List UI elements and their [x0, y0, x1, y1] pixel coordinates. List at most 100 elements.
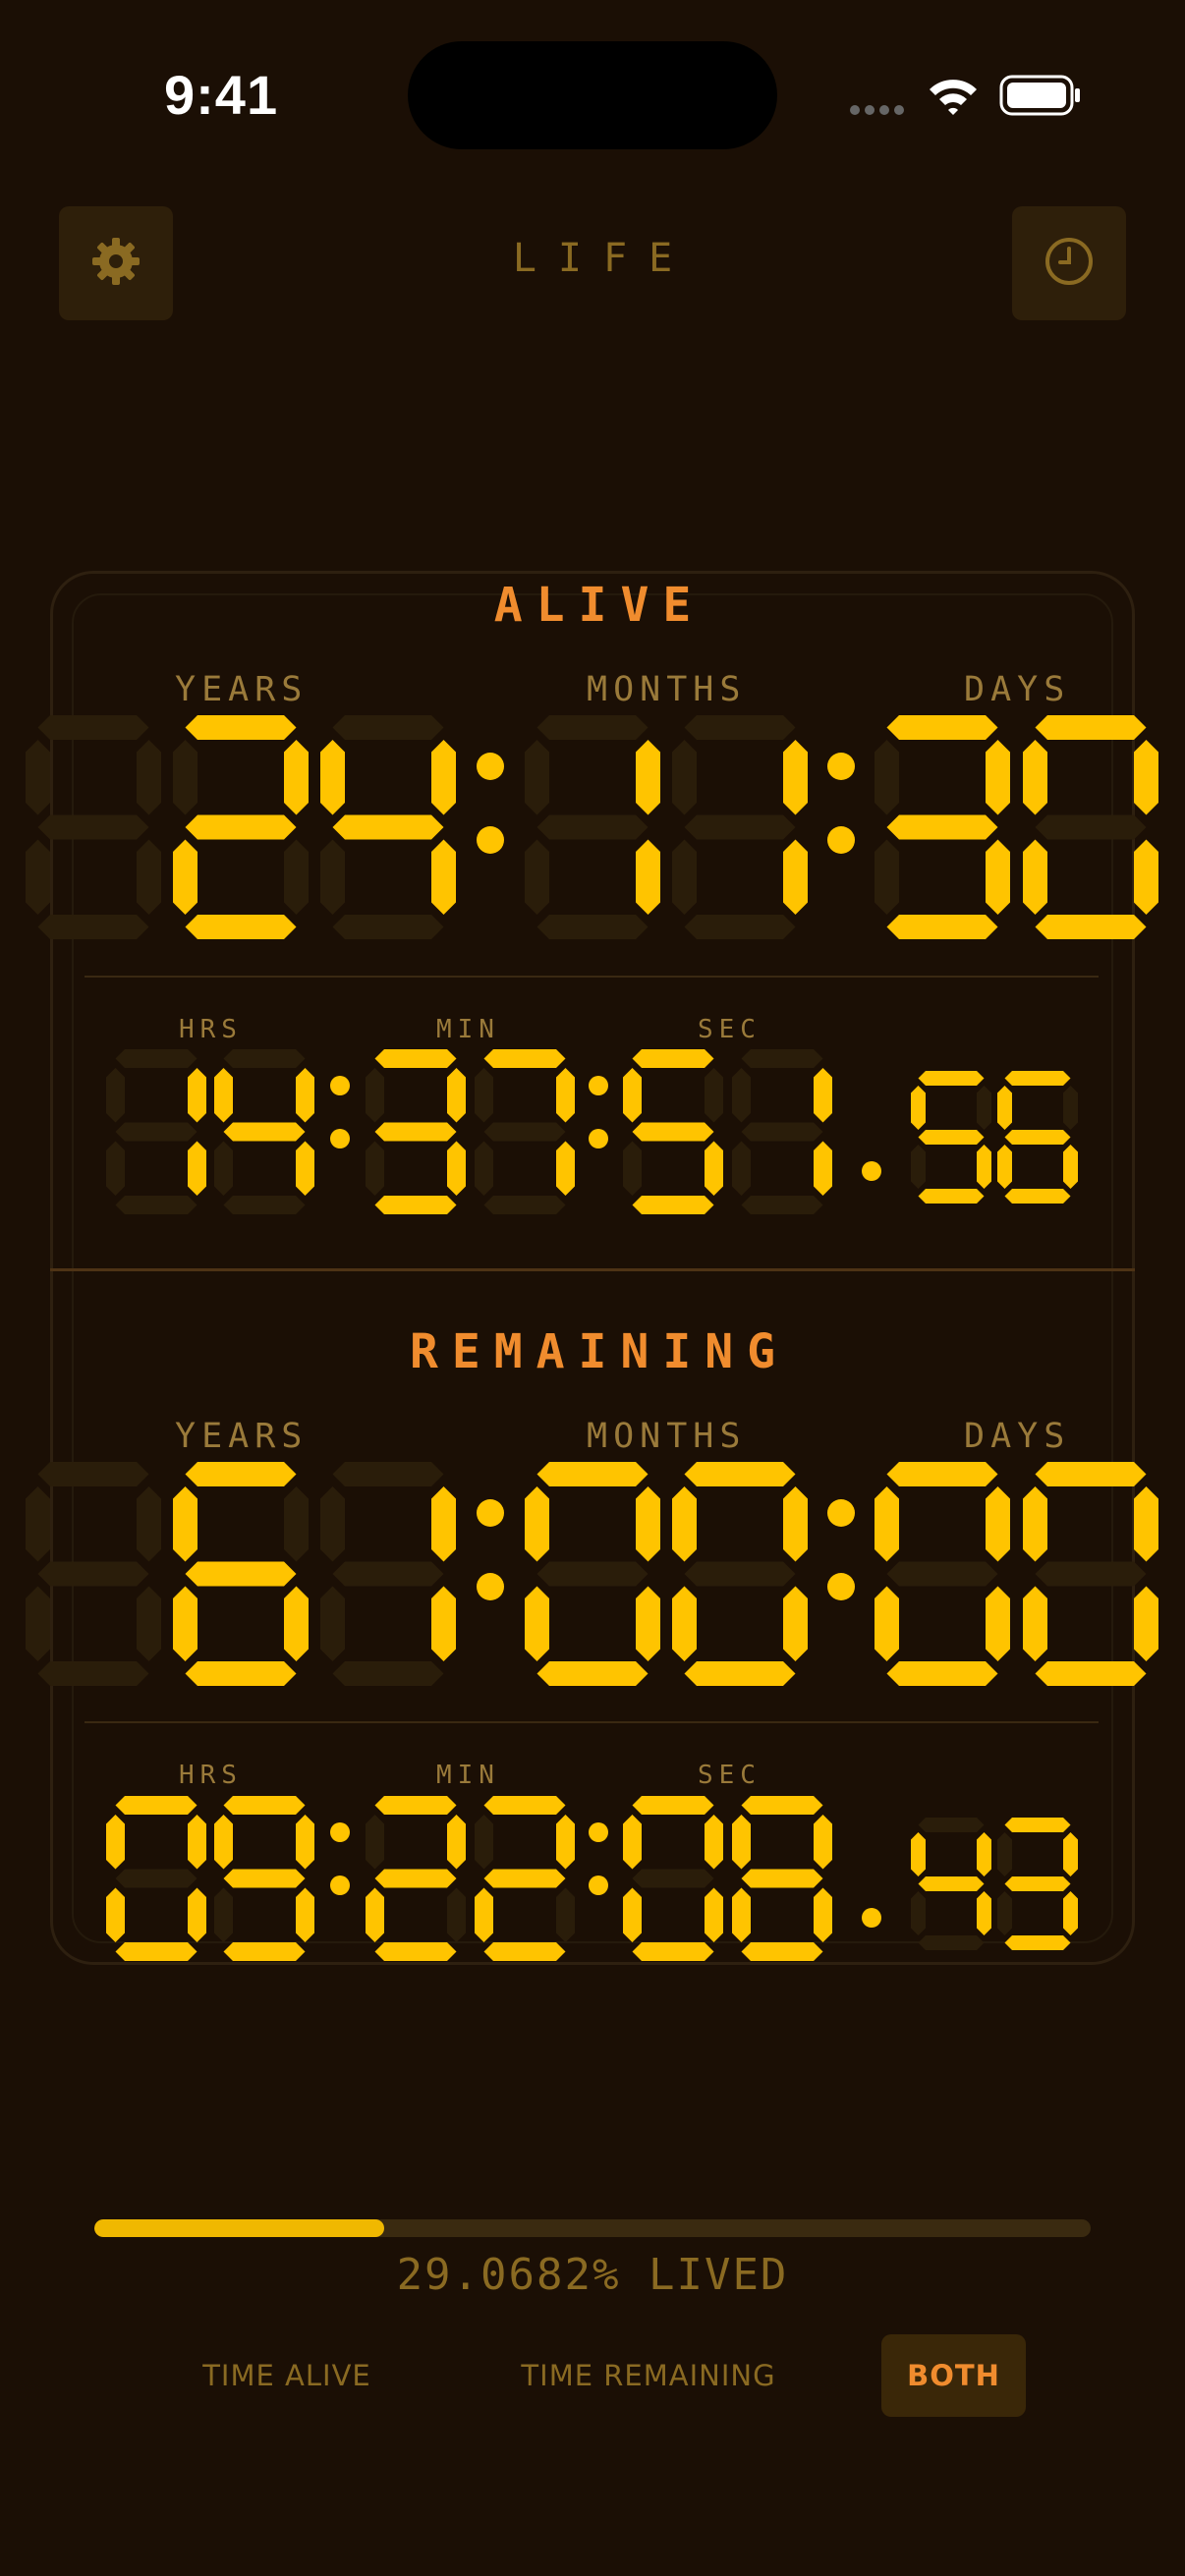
alive-seconds-digit-0-segment-c	[705, 1141, 723, 1196]
alive-days-digit-0-segment-g	[886, 814, 998, 840]
alive-years-digit-2-segment-a	[332, 715, 444, 740]
remaining-minutes-digit-0-segment-g	[374, 1869, 457, 1888]
remaining-years-digit-0-segment-a	[37, 1462, 149, 1486]
remaining-years-digit-2-segment-b	[431, 1486, 456, 1562]
remaining-hours-digit-1-segment-b	[296, 1815, 314, 1870]
remaining-years-digit-0-segment-g	[37, 1561, 149, 1587]
alive-years-digit-1-segment-c	[284, 839, 309, 915]
alive-colon-1-bottom	[477, 826, 504, 854]
remaining-days-digit-0-segment-d	[886, 1661, 998, 1686]
alive-hundredths-digit-1-segment-g	[1004, 1130, 1071, 1145]
alive-years-digit-2-segment-b	[431, 740, 456, 815]
alive-months-digit-0-segment-d	[536, 915, 649, 939]
alive-seconds-digit-1-segment-e	[732, 1141, 751, 1196]
remaining-hundredths-digit-0-segment-b	[977, 1832, 991, 1876]
alive-months-digit-1-segment-a	[684, 715, 796, 740]
remaining-colon-3-bottom	[330, 1876, 350, 1895]
remaining-hours-digit-0-segment-d	[115, 1942, 198, 1961]
alive-minutes-digit-0	[366, 1049, 466, 1214]
alive-seconds-digit-1-segment-a	[741, 1049, 823, 1068]
remaining-years-digit-0-segment-f	[26, 1486, 50, 1562]
remaining-seconds-digit-0-segment-b	[705, 1815, 723, 1870]
alive-days-digit-1-segment-b	[1134, 740, 1158, 815]
remaining-seconds-digit-1-segment-a	[741, 1796, 823, 1815]
remaining-months-digit-0-segment-d	[536, 1661, 649, 1686]
alive-months-digit-0	[525, 715, 660, 939]
alive-hundredths-digit-1-segment-f	[997, 1086, 1012, 1130]
alive-hundredths-digit-1-segment-e	[997, 1145, 1012, 1189]
alive-seconds-digit-0-segment-e	[623, 1141, 642, 1196]
alive-days-digit-1	[1023, 715, 1158, 939]
alive-minutes-digit-1-segment-a	[483, 1049, 566, 1068]
remaining-hundredths-digit-0-segment-a	[918, 1818, 985, 1832]
remaining-years-digit-0-segment-c	[137, 1586, 161, 1661]
remaining-days-digit-1-segment-b	[1134, 1486, 1158, 1562]
alive-days-digit-0-segment-c	[986, 839, 1010, 915]
remaining-years-digit-2-segment-g	[332, 1561, 444, 1587]
alive-hundredths-digit-0-segment-b	[977, 1086, 991, 1130]
alive-years-digit-1-segment-g	[185, 814, 297, 840]
remaining-hours-digit-1-segment-a	[223, 1796, 306, 1815]
remaining-minutes-digit-0	[366, 1796, 466, 1961]
progress-label: 29.0682% LIVED	[396, 2250, 789, 2300]
alive-minutes-digit-1	[475, 1049, 575, 1214]
remaining-years-digit-1-segment-c	[284, 1586, 309, 1661]
alive-years-digit-0-segment-c	[137, 839, 161, 915]
remaining-hundredths-digit-1-segment-d	[1004, 1935, 1071, 1950]
alive-hours-digit-1-segment-a	[223, 1049, 306, 1068]
remaining-hours-digit-0-segment-g	[115, 1869, 198, 1888]
remaining-months-digit-0-segment-f	[525, 1486, 549, 1562]
alive-seconds-digit-0	[623, 1049, 723, 1214]
remaining-hours-digit-1-segment-g	[223, 1869, 306, 1888]
alive-years-digit-0-segment-f	[26, 740, 50, 815]
alive-years-digit-0-segment-d	[37, 915, 149, 939]
alive-years-digit-2-segment-d	[332, 915, 444, 939]
mode-both[interactable]: BOTH	[881, 2334, 1026, 2417]
alive-hundredths-digit-0-segment-d	[918, 1189, 985, 1204]
remaining-years-digit-2-segment-a	[332, 1462, 444, 1486]
remaining-years-digit-2-segment-f	[320, 1486, 345, 1562]
alive-days-digit-1-segment-d	[1035, 915, 1147, 939]
remaining-hundredths-digit-1-segment-e	[997, 1891, 1012, 1935]
remaining-hundredths-digit-1-segment-g	[1004, 1876, 1071, 1891]
alive-days-digit-0-segment-a	[886, 715, 998, 740]
remaining-minutes-digit-0-segment-b	[447, 1815, 466, 1870]
alive-months-digit-1-segment-b	[783, 740, 808, 815]
alive-hours-digit-1	[214, 1049, 314, 1214]
alive-years-digit-2-segment-g	[332, 814, 444, 840]
remaining-days-digit-1-segment-c	[1134, 1586, 1158, 1661]
remaining-minutes-digit-1-segment-d	[483, 1942, 566, 1961]
alive-hours-digit-0-segment-a	[115, 1049, 198, 1068]
alive-months-digit-0-segment-f	[525, 740, 549, 815]
alive-seconds-digit-0-segment-d	[632, 1196, 714, 1214]
remaining-seconds-digit-0-segment-f	[623, 1815, 642, 1870]
remaining-minutes-digit-1-segment-f	[475, 1815, 493, 1870]
remaining-days-digit-0	[875, 1462, 1010, 1686]
alive-months-digit-0-segment-c	[636, 839, 660, 915]
remaining-seconds-digit-1	[732, 1796, 832, 1961]
alive-hours-digit-0-segment-d	[115, 1196, 198, 1214]
remaining-months-digit-1-segment-g	[684, 1561, 796, 1587]
mode-time-alive[interactable]: TIME ALIVE	[169, 2334, 405, 2417]
alive-minutes-digit-1-segment-b	[556, 1068, 575, 1123]
mode-time-remaining[interactable]: TIME REMAINING	[501, 2334, 796, 2417]
mode-both-label: BOTH	[907, 2359, 1000, 2392]
alive-seconds-digit-0-segment-b	[705, 1068, 723, 1123]
remaining-seconds-digit-1-segment-e	[732, 1887, 751, 1942]
alive-years-digit-0	[26, 715, 161, 939]
remaining-hours-digit-0-segment-b	[188, 1815, 206, 1870]
remaining-years-digit-2	[320, 1462, 456, 1686]
remaining-years-digit-1	[173, 1462, 309, 1686]
remaining-years-digit-2-segment-e	[320, 1586, 345, 1661]
remaining-colon-3-top	[330, 1822, 350, 1842]
remaining-months-digit-1-segment-f	[672, 1486, 697, 1562]
alive-years-digit-0-segment-b	[137, 740, 161, 815]
alive-minutes-digit-0-segment-b	[447, 1068, 466, 1123]
alive-seconds-digit-1-segment-g	[741, 1122, 823, 1142]
alive-years-digit-2	[320, 715, 456, 939]
remaining-years-digit-1-segment-a	[185, 1462, 297, 1486]
remaining-minutes-digit-1-segment-g	[483, 1869, 566, 1888]
remaining-days-digit-0-segment-c	[986, 1586, 1010, 1661]
alive-years-digit-1-segment-a	[185, 715, 297, 740]
alive-months-digit-0-segment-a	[536, 715, 649, 740]
